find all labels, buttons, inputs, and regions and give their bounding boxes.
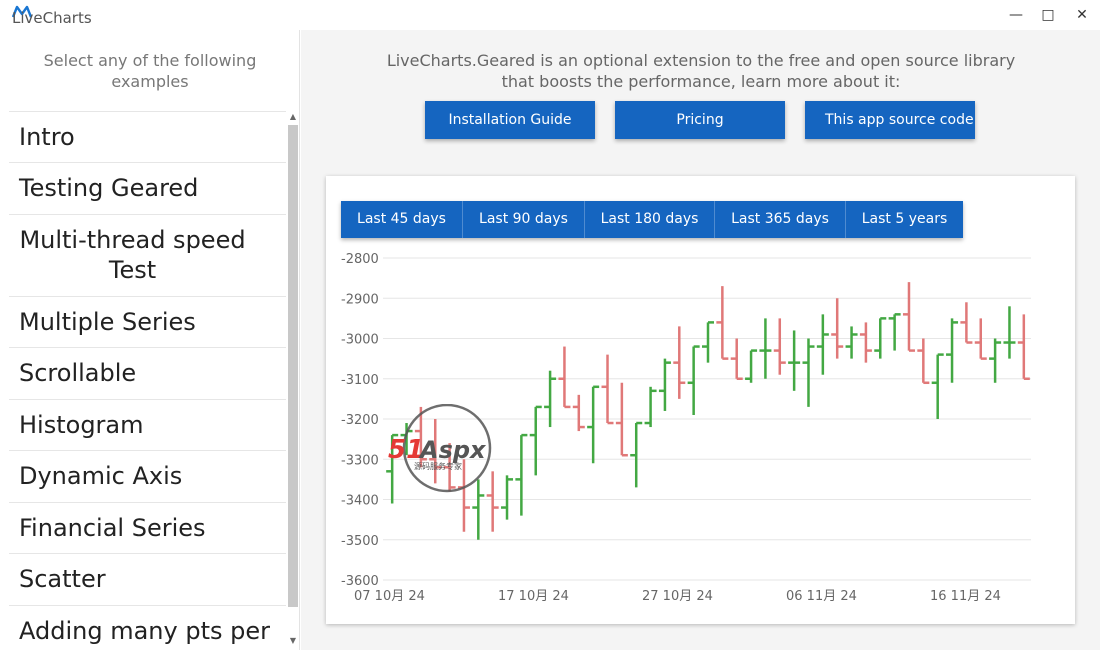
ohlc-bar — [558, 346, 571, 409]
y-tick-label: -3200 — [341, 413, 379, 428]
scroll-down-arrow-icon[interactable]: ▼ — [286, 635, 300, 647]
y-tick-label: -2900 — [341, 292, 379, 307]
ohlc-bar — [658, 358, 671, 411]
pricing-button[interactable]: Pricing — [615, 101, 785, 139]
x-tick-label: 17 10月 24 — [498, 589, 569, 604]
ohlc-bar — [989, 338, 1002, 383]
y-tick-label: -2800 — [341, 252, 379, 267]
close-button[interactable]: ✕ — [1067, 4, 1097, 26]
sidebar-item-financial-series[interactable]: Financial Series — [9, 502, 286, 553]
ohlc-bar — [730, 338, 743, 380]
ohlc-bar — [859, 322, 872, 363]
ohlc-bar — [845, 326, 858, 359]
sidebar-item-multiple-series[interactable]: Multiple Series — [9, 296, 286, 347]
svg-text:51: 51 — [388, 435, 424, 465]
window-title: LiveCharts — [12, 9, 92, 27]
y-tick-label: -3000 — [341, 333, 379, 348]
ohlc-bar — [788, 330, 801, 391]
chart-card: Last 45 days Last 90 days Last 180 days … — [326, 176, 1075, 624]
y-tick-label: -3100 — [341, 373, 379, 388]
examples-list: Intro Testing Geared Multi-thread speed … — [9, 111, 286, 650]
ohlc-bar — [745, 349, 758, 383]
svg-text:源码服务专家: 源码服务专家 — [414, 461, 462, 471]
ohlc-bar — [572, 394, 585, 432]
sidebar-item-histogram[interactable]: Histogram — [9, 399, 286, 450]
x-tick-label: 07 10月 24 — [354, 589, 425, 604]
y-tick-label: -3400 — [341, 494, 379, 509]
sidebar: Select any of the following examples Int… — [0, 30, 300, 650]
main-panel: LiveCharts.Geared is an optional extensi… — [301, 30, 1100, 650]
title-bar: LiveCharts — □ ✕ — [0, 0, 1100, 30]
ohlc-bar — [773, 318, 786, 375]
ohlc-bar — [931, 353, 944, 419]
ohlc-bar — [630, 421, 643, 488]
x-tick-label: 16 11月 24 — [930, 589, 1001, 604]
ohlc-bar — [960, 302, 973, 344]
x-tick-label: 06 11月 24 — [786, 589, 857, 604]
minimize-button[interactable]: — — [1001, 4, 1031, 26]
ohlc-bar — [946, 318, 959, 383]
ohlc-bar — [917, 338, 930, 385]
ohlc-bar — [759, 318, 772, 379]
y-tick-label: -3500 — [341, 534, 379, 549]
ohlc-bar — [802, 338, 815, 407]
sidebar-item-multi-thread-speed-test[interactable]: Multi-thread speed Test — [9, 214, 286, 296]
ohlc-bar — [587, 385, 600, 464]
svg-text:Aspx: Aspx — [418, 436, 487, 464]
sidebar-item-dynamic-axis[interactable]: Dynamic Axis — [9, 450, 286, 502]
watermark-51aspx-logo: 51 Aspx 源码服务专家 — [388, 404, 492, 493]
app-source-code-button[interactable]: This app source code — [805, 101, 975, 139]
y-tick-label: -3300 — [341, 453, 379, 468]
ohlc-bar — [673, 326, 686, 399]
sidebar-scrollbar[interactable]: ▲ ▼ — [286, 111, 300, 650]
scroll-up-arrow-icon[interactable]: ▲ — [286, 111, 300, 123]
ohlc-bar — [816, 314, 829, 375]
ohlc-chart: -2800 -2900 -3000 -3100 -3200 -3300 -3400 -3500… — [341, 252, 1031, 604]
x-tick-label: 27 10月 24 — [642, 589, 713, 604]
ohlc-bar — [601, 354, 614, 425]
ohlc-bar — [831, 298, 844, 359]
sidebar-header: Select any of the following examples — [43, 51, 257, 91]
ohlc-bar — [687, 345, 700, 415]
sidebar-item-intro[interactable]: Intro — [9, 111, 286, 162]
ohlc-bar — [902, 282, 915, 352]
sidebar-item-adding-many-pts[interactable]: Adding many pts per — [9, 605, 286, 650]
installation-guide-button[interactable]: Installation Guide — [425, 101, 595, 139]
ohlc-bar — [1017, 314, 1030, 380]
scrollbar-thumb[interactable] — [288, 125, 298, 607]
geared-intro-text: LiveCharts.Geared is an optional extensi… — [386, 51, 1016, 91]
ohlc-bar — [529, 405, 542, 476]
ohlc-bar — [1003, 306, 1016, 359]
maximize-button[interactable]: □ — [1033, 4, 1063, 26]
sidebar-item-testing-geared[interactable]: Testing Geared — [9, 162, 286, 214]
ohlc-bar — [644, 386, 657, 428]
ohlc-bar — [888, 313, 901, 351]
ohlc-bar — [515, 433, 528, 516]
sidebar-item-scatter[interactable]: Scatter — [9, 553, 286, 605]
sidebar-item-scrollable[interactable]: Scrollable — [9, 347, 286, 399]
ohlc-bar — [702, 321, 714, 363]
y-tick-label: -3600 — [341, 574, 379, 589]
ohlc-bar — [716, 286, 729, 360]
